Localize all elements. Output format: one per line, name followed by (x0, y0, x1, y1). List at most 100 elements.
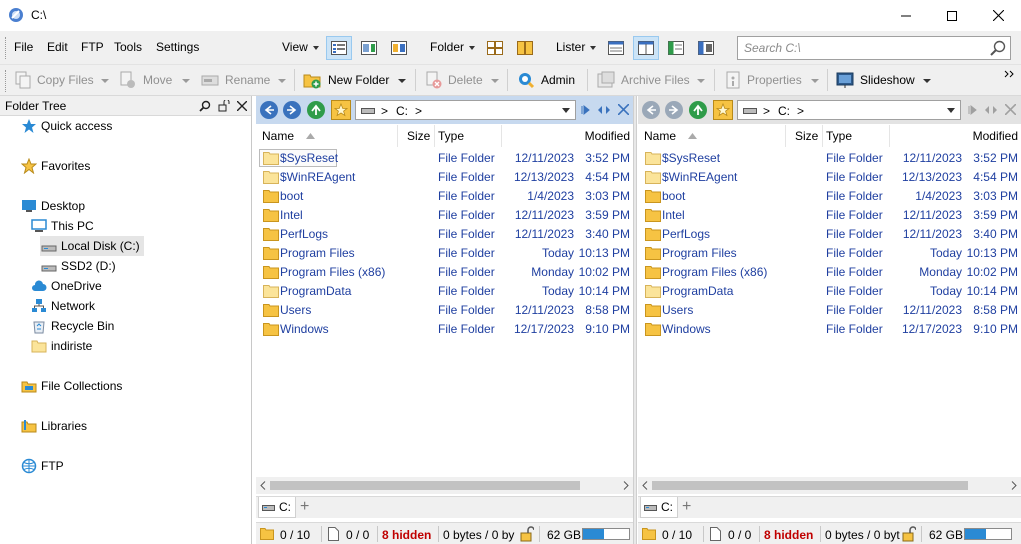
tree-item[interactable]: Network (30, 296, 99, 316)
lister-menu[interactable]: Lister (556, 40, 597, 54)
toolbar-overflow-icon[interactable] (1004, 70, 1016, 78)
unpin-icon[interactable] (218, 100, 230, 112)
menu-tools[interactable]: Tools (114, 40, 142, 54)
tree-item[interactable]: File Collections (20, 376, 126, 396)
swap-icon[interactable] (984, 104, 998, 116)
horizontal-scrollbar[interactable] (256, 477, 633, 494)
tree-item[interactable]: Libraries (20, 416, 91, 436)
file-row[interactable]: Program Files (x86) File Folder Monday 10:0… (256, 263, 633, 282)
scroll-right-icon[interactable] (623, 481, 629, 490)
chevron-down-icon[interactable] (398, 79, 406, 83)
up-button[interactable] (689, 101, 707, 119)
up-button[interactable] (307, 101, 325, 119)
tree-item[interactable]: Local Disk (C:) (40, 236, 144, 256)
file-row[interactable]: boot File Folder 1/4/2023 3:03 PM (638, 187, 1021, 206)
file-row[interactable]: $SysReset File Folder 12/11/2023 3:52 PM (256, 149, 633, 168)
favorites-folder-button[interactable] (331, 100, 351, 120)
chevron-down-icon[interactable] (101, 79, 109, 83)
folder-grid-button[interactable] (482, 36, 508, 60)
pane-splitter[interactable] (633, 96, 637, 544)
folder-dual-button[interactable] (512, 36, 538, 60)
scrollbar-thumb[interactable] (652, 481, 968, 490)
file-row[interactable]: Windows File Folder 12/17/2023 9:10 PM (638, 320, 1021, 339)
lister-tree-button[interactable] (663, 36, 689, 60)
chevron-down-icon[interactable] (278, 79, 286, 83)
new-tab-button[interactable]: + (300, 498, 309, 516)
horizontal-scrollbar[interactable] (638, 477, 1021, 494)
file-row[interactable]: $WinREAgent File Folder 12/13/2023 4:54 PM (638, 168, 1021, 187)
chevron-down-icon[interactable] (182, 79, 190, 83)
admin-button[interactable]: Admin (541, 73, 575, 87)
hidden-count[interactable]: 8 hidden (382, 528, 431, 542)
column-size[interactable]: Size (795, 129, 818, 143)
chevron-down-icon[interactable] (697, 79, 705, 83)
breadcrumb-drive[interactable]: C: (396, 104, 408, 118)
delete-button[interactable]: Delete (448, 73, 483, 87)
tree-item[interactable]: OneDrive (30, 276, 106, 296)
scroll-left-icon[interactable] (260, 481, 266, 490)
lister-viewer-button[interactable] (693, 36, 719, 60)
file-row[interactable]: ProgramData File Folder Today 10:14 PM (638, 282, 1021, 301)
unlock-icon[interactable] (520, 526, 534, 542)
close-icon[interactable] (1005, 104, 1016, 115)
unlock-icon[interactable] (902, 526, 916, 542)
tab-c-drive[interactable]: C: (258, 497, 296, 518)
minimize-button[interactable] (883, 0, 929, 31)
layout-preview-button[interactable] (356, 36, 382, 60)
menu-ftp[interactable]: FTP (81, 40, 104, 54)
back-button[interactable] (260, 101, 278, 119)
swap-icon[interactable] (597, 104, 611, 116)
tree-item[interactable]: SSD2 (D:) (40, 256, 120, 276)
chevron-down-icon[interactable] (811, 79, 819, 83)
scroll-right-icon[interactable] (1011, 481, 1017, 490)
tree-item[interactable]: Desktop (20, 196, 89, 216)
column-modified[interactable]: Modified (585, 129, 630, 143)
grip-handle[interactable] (5, 70, 7, 92)
slideshow-button[interactable]: Slideshow (860, 73, 915, 87)
file-row[interactable]: Users File Folder 12/11/2023 8:58 PM (256, 301, 633, 320)
hidden-count[interactable]: 8 hidden (764, 528, 813, 542)
file-row[interactable]: Users File Folder 12/11/2023 8:58 PM (638, 301, 1021, 320)
chevron-down-icon[interactable] (923, 79, 931, 83)
tree-item[interactable]: FTP (20, 456, 68, 476)
tree-item[interactable]: indiriste (30, 336, 96, 356)
folder-menu[interactable]: Folder (430, 40, 476, 54)
breadcrumb-drive[interactable]: C: (778, 104, 790, 118)
chevron-down-icon[interactable] (562, 108, 570, 113)
maximize-button[interactable] (929, 0, 975, 31)
scroll-left-icon[interactable] (642, 481, 648, 490)
search-input[interactable]: Search C:\ (737, 36, 1011, 60)
tree-item[interactable]: Favorites (20, 156, 94, 176)
tree-item[interactable]: Recycle Bin (30, 316, 118, 336)
file-row[interactable]: Intel File Folder 12/11/2023 3:59 PM (638, 206, 1021, 225)
column-size[interactable]: Size (407, 129, 430, 143)
file-row[interactable]: PerfLogs File Folder 12/11/2023 3:40 PM (638, 225, 1021, 244)
new-folder-button[interactable]: New Folder (328, 73, 389, 87)
search-icon[interactable] (199, 100, 211, 112)
file-row[interactable]: ProgramData File Folder Today 10:14 PM (256, 282, 633, 301)
column-type[interactable]: Type (826, 129, 852, 143)
lister-dual-button[interactable] (633, 36, 659, 60)
path-bar[interactable]: > C: > (355, 100, 576, 120)
lister-single-button[interactable] (603, 36, 629, 60)
forward-button[interactable] (283, 101, 301, 119)
close-icon[interactable] (618, 104, 629, 115)
file-row[interactable]: boot File Folder 1/4/2023 3:03 PM (256, 187, 633, 206)
view-menu[interactable]: View (282, 40, 319, 54)
column-name[interactable]: Name (262, 129, 294, 143)
close-button[interactable] (975, 0, 1021, 31)
menu-file[interactable]: File (14, 40, 33, 54)
close-icon[interactable] (237, 101, 247, 111)
path-bar[interactable]: > C: > (737, 100, 961, 120)
move-button[interactable]: Move (143, 73, 172, 87)
column-name[interactable]: Name (644, 129, 676, 143)
grip-handle[interactable] (5, 37, 7, 59)
layout-thumbnails-button[interactable] (386, 36, 412, 60)
column-type[interactable]: Type (438, 129, 464, 143)
scrollbar-thumb[interactable] (270, 481, 580, 490)
back-button[interactable] (642, 101, 660, 119)
tree-item[interactable]: Quick access (20, 116, 116, 136)
favorites-folder-button[interactable] (713, 100, 733, 120)
chevron-down-icon[interactable] (491, 79, 499, 83)
file-row[interactable]: Windows File Folder 12/17/2023 9:10 PM (256, 320, 633, 339)
